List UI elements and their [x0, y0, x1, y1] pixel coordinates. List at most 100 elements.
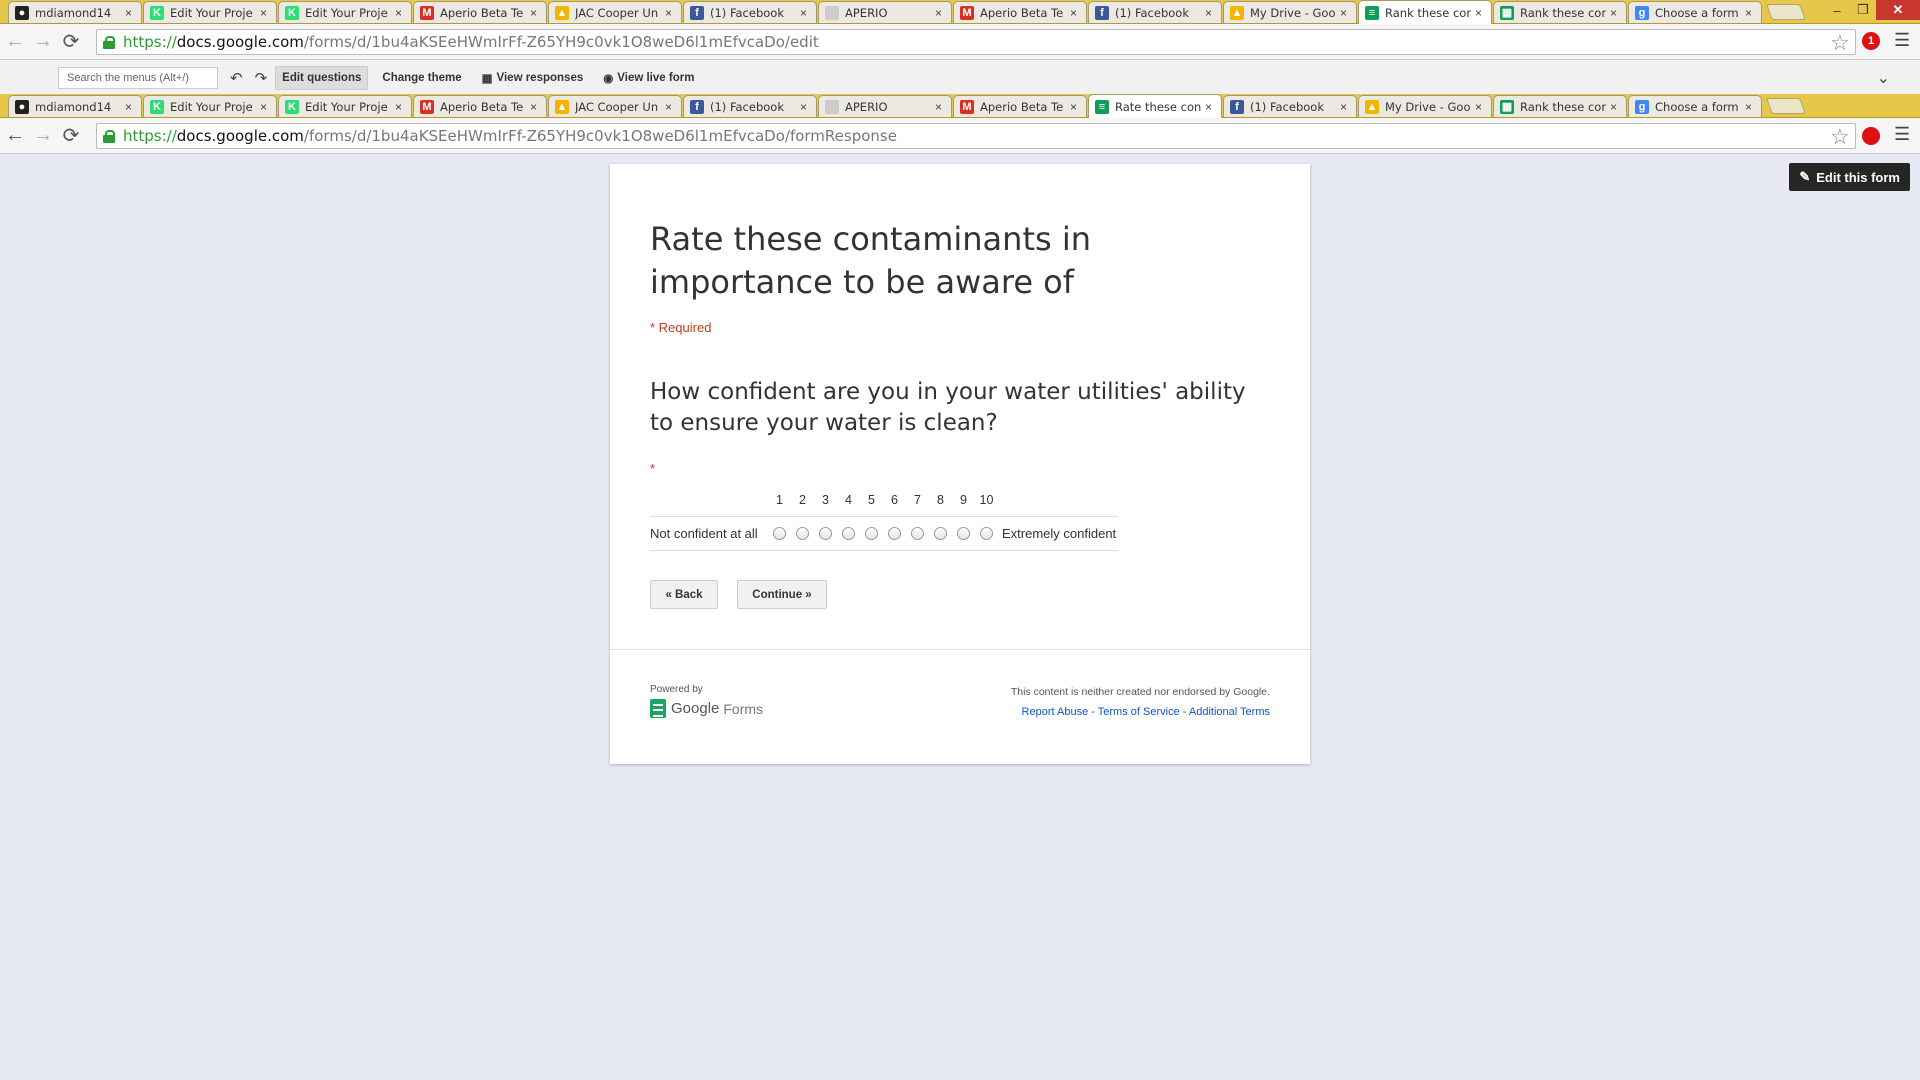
forward-arrow-icon[interactable]: → [30, 123, 56, 149]
tab[interactable]: ● mdiamond14 × [8, 1, 142, 23]
close-window-button[interactable]: ✕ [1876, 0, 1920, 20]
restore-button[interactable]: ❐ [1850, 0, 1876, 20]
scale-radio-8[interactable] [929, 527, 952, 540]
close-tab-icon[interactable]: × [935, 100, 945, 114]
scale-radio-5[interactable] [860, 527, 883, 540]
close-tab-icon[interactable]: × [1340, 6, 1350, 20]
extension-icon[interactable]: 1 [1862, 32, 1880, 50]
tab[interactable]: ● mdiamond14 × [8, 95, 142, 117]
tab[interactable]: f (1) Facebook × [1088, 1, 1222, 23]
tab[interactable]: f (1) Facebook × [683, 95, 817, 117]
bookmark-star-icon[interactable]: ☆ [1830, 30, 1850, 56]
tab[interactable]: ▲ My Drive - Goo × [1223, 1, 1357, 23]
scale-radio-4[interactable] [837, 527, 860, 540]
tab[interactable]: APERIO × [818, 95, 952, 117]
scale-number: 8 [937, 493, 944, 507]
close-tab-icon[interactable]: × [1475, 6, 1485, 20]
tab[interactable]: f (1) Facebook × [1223, 95, 1357, 117]
tab-title: (1) Facebook [710, 99, 784, 114]
tab[interactable]: M Aperio Beta Te × [413, 95, 547, 117]
close-tab-icon[interactable]: × [395, 6, 405, 20]
extension-icon[interactable] [1862, 127, 1880, 145]
tab[interactable]: M Aperio Beta Te × [413, 1, 547, 23]
close-tab-icon[interactable]: × [935, 6, 945, 20]
tab[interactable]: K Edit Your Proje × [278, 1, 412, 23]
scale-radio-7[interactable] [906, 527, 929, 540]
back-arrow-icon[interactable]: ← [2, 123, 28, 149]
close-tab-icon[interactable]: × [1610, 100, 1620, 114]
new-tab-button[interactable] [1766, 4, 1806, 20]
close-tab-icon[interactable]: × [530, 100, 540, 114]
tab[interactable]: ▲ JAC Cooper Un × [548, 95, 682, 117]
redo-icon[interactable]: ↷ [255, 69, 268, 87]
close-tab-icon[interactable]: × [260, 6, 270, 20]
close-tab-icon[interactable]: × [260, 100, 270, 114]
tab[interactable]: ▦ Rank these con × [1493, 1, 1627, 23]
reload-icon[interactable]: ⟳ [58, 29, 84, 55]
report-abuse-link[interactable]: Report Abuse [1022, 706, 1089, 718]
scale-radio-9[interactable] [952, 527, 975, 540]
address-bar[interactable]: https://docs.google.com/forms/d/1bu4aKSE… [96, 29, 1856, 55]
terms-link[interactable]: Terms of Service [1098, 706, 1180, 718]
close-tab-icon[interactable]: × [1205, 100, 1215, 114]
gmail-icon: M [960, 5, 974, 20]
menu-search-input[interactable]: Search the menus (Alt+/) [58, 67, 218, 89]
scale-radio-6[interactable] [883, 527, 906, 540]
close-tab-icon[interactable]: × [1340, 100, 1350, 114]
close-tab-icon[interactable]: × [1070, 100, 1080, 114]
tab[interactable]: ▲ JAC Cooper Un × [548, 1, 682, 23]
google-forms-logo[interactable]: Google Forms [650, 699, 763, 718]
close-tab-icon[interactable]: × [800, 100, 810, 114]
tab[interactable]: f (1) Facebook × [683, 1, 817, 23]
tab[interactable]: M Aperio Beta Te × [953, 1, 1087, 23]
tab-title: Rank these con [1520, 99, 1606, 114]
close-tab-icon[interactable]: × [1070, 6, 1080, 20]
chrome-menu-icon[interactable]: ☰ [1894, 124, 1910, 145]
tab[interactable]: ▦ Rank these con × [1493, 95, 1627, 117]
close-tab-icon[interactable]: × [125, 6, 135, 20]
close-tab-icon[interactable]: × [1745, 6, 1755, 20]
edit-questions-button[interactable]: Edit questions [275, 66, 369, 90]
scale-radio-1[interactable] [768, 527, 791, 540]
edit-this-form-button[interactable]: ✎ Edit this form [1789, 163, 1910, 191]
tab[interactable]: K Edit Your Proje × [143, 1, 277, 23]
close-tab-icon[interactable]: × [125, 100, 135, 114]
view-responses-button[interactable]: ▦ View responses [476, 66, 590, 90]
scale-radio-3[interactable] [814, 527, 837, 540]
close-tab-icon[interactable]: × [530, 6, 540, 20]
undo-icon[interactable]: ↶ [230, 69, 243, 87]
close-tab-icon[interactable]: × [1205, 6, 1215, 20]
close-tab-icon[interactable]: × [665, 6, 675, 20]
close-tab-icon[interactable]: × [1475, 100, 1485, 114]
tab[interactable]: K Edit Your Proje × [278, 95, 412, 117]
forward-arrow-icon[interactable]: → [30, 29, 56, 55]
tab[interactable]: g Choose a form × [1628, 95, 1762, 117]
back-arrow-icon[interactable]: ← [2, 29, 28, 55]
additional-terms-link[interactable]: Additional Terms [1189, 706, 1270, 718]
scale-radio-2[interactable] [791, 527, 814, 540]
reload-icon[interactable]: ⟳ [58, 123, 84, 149]
scale-radio-10[interactable] [975, 527, 998, 540]
close-tab-icon[interactable]: × [1610, 6, 1620, 20]
new-tab-button[interactable] [1766, 98, 1806, 114]
tab[interactable]: ≡ Rank these con × [1358, 0, 1492, 24]
tab[interactable]: ▲ My Drive - Goo × [1358, 95, 1492, 117]
back-button[interactable]: « Back [650, 580, 718, 609]
minimize-button[interactable]: – [1824, 0, 1850, 20]
tab[interactable]: APERIO × [818, 1, 952, 23]
close-tab-icon[interactable]: × [395, 100, 405, 114]
tab[interactable]: g Choose a form × [1628, 1, 1762, 23]
change-theme-button[interactable]: Change theme [376, 67, 467, 89]
close-tab-icon[interactable]: × [665, 100, 675, 114]
chrome-menu-icon[interactable]: ☰ [1894, 30, 1910, 51]
address-bar[interactable]: https://docs.google.com/forms/d/1bu4aKSE… [96, 123, 1856, 149]
tab[interactable]: K Edit Your Proje × [143, 95, 277, 117]
collapse-chevron-icon[interactable]: ⌄ [1877, 68, 1890, 88]
close-tab-icon[interactable]: × [800, 6, 810, 20]
bookmark-star-icon[interactable]: ☆ [1830, 124, 1850, 150]
close-tab-icon[interactable]: × [1745, 100, 1755, 114]
view-live-form-button[interactable]: ◉ View live form [597, 66, 700, 90]
tab[interactable]: M Aperio Beta Te × [953, 95, 1087, 117]
continue-button[interactable]: Continue » [737, 580, 827, 609]
tab[interactable]: ≡ Rate these cont × [1088, 94, 1222, 118]
